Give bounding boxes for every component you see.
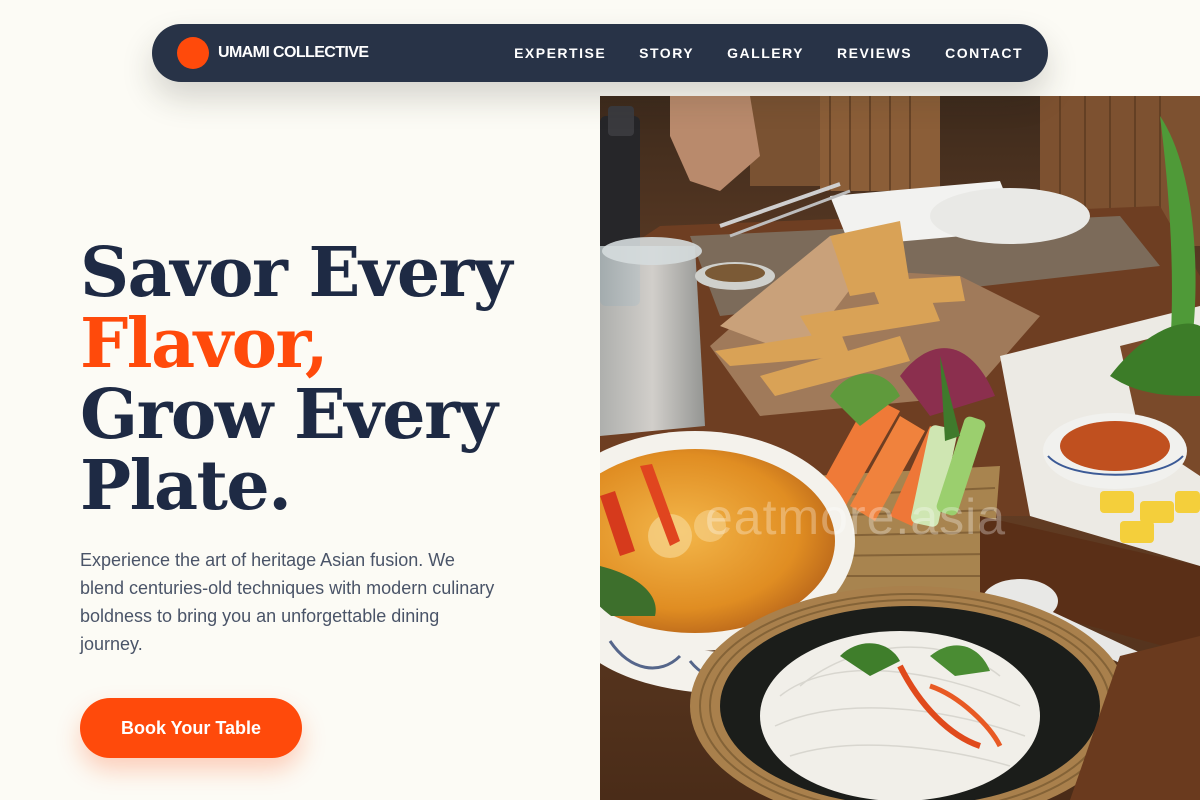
brand-name: UMAMI COLLECTIVE xyxy=(218,44,369,61)
top-nav: UMAMI COLLECTIVE EXPERTISE STORY GALLERY… xyxy=(152,24,1048,82)
nav-link-reviews[interactable]: REVIEWS xyxy=(837,45,912,61)
nav-link-expertise[interactable]: EXPERTISE xyxy=(514,45,606,61)
nav-link-contact[interactable]: CONTACT xyxy=(945,45,1023,61)
hero-food-photo: eatmore.asia xyxy=(600,96,1200,800)
brand-dot-icon xyxy=(177,37,209,69)
hero-title-accent: Flavor, xyxy=(80,304,329,384)
hero-description: Experience the art of heritage Asian fus… xyxy=(80,550,495,654)
nav-link-gallery[interactable]: GALLERY xyxy=(727,45,804,61)
nav-link-story[interactable]: STORY xyxy=(639,45,694,61)
hero-title-line-1: Savor Every xyxy=(80,233,512,313)
hero-title-line-4: Plate. xyxy=(80,446,292,526)
hero-title-line-3: Grow Every xyxy=(80,375,498,455)
hero-title: Savor Every Flavor, Grow Every Plate. xyxy=(80,233,512,526)
brand-logo[interactable]: UMAMI COLLECTIVE xyxy=(177,37,369,69)
nav-links: EXPERTISE STORY GALLERY REVIEWS CONTACT xyxy=(481,45,1023,61)
food-spread-illustration xyxy=(600,96,1200,800)
book-table-button[interactable]: Book Your Table xyxy=(80,698,302,758)
